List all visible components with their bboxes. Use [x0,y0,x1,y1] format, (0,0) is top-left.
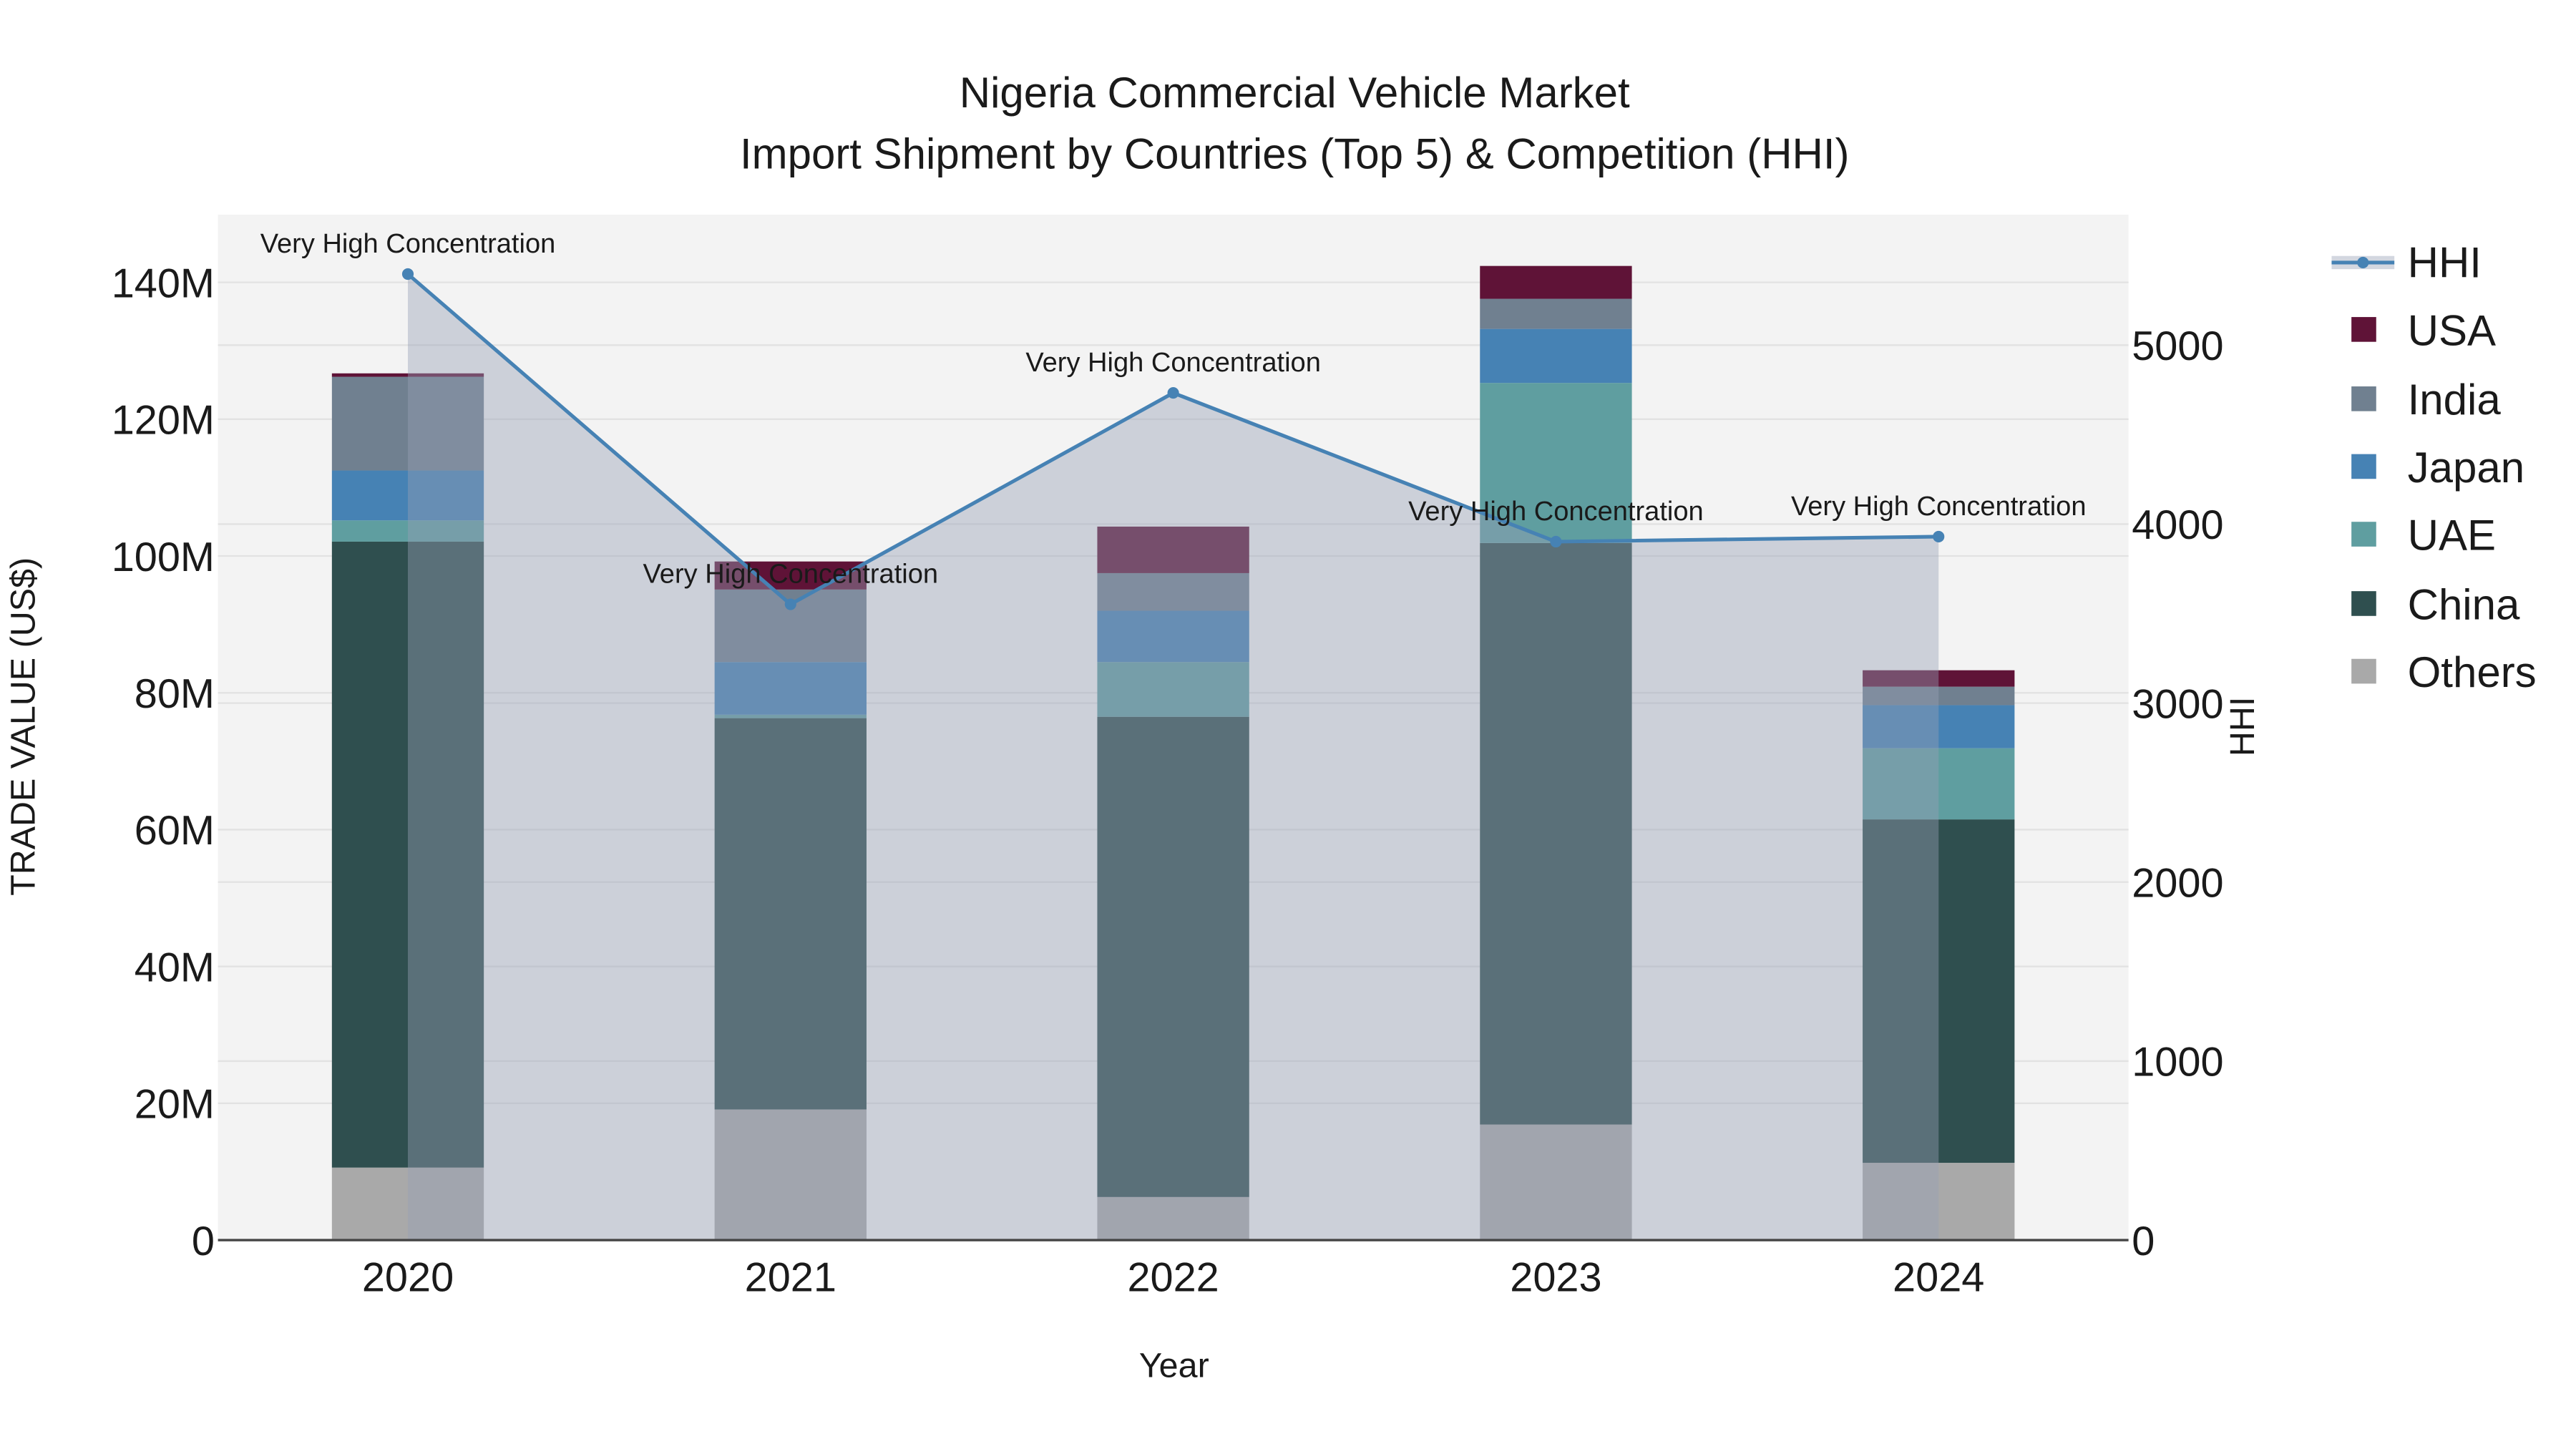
bar-usa-2023 [1480,265,1632,299]
legend-item-uae[interactable]: UAE [2351,511,2496,559]
legend-label: HHI [2408,239,2482,287]
bar-japan-2023 [1480,328,1632,384]
y-axis-title: TRADE VALUE (US$) [4,557,42,896]
chart-title: Nigeria Commercial Vehicle Market [960,69,1630,117]
legend-item-china[interactable]: China [2351,580,2520,628]
bar-india-2023 [1480,298,1632,329]
legend-label: UAE [2408,511,2496,559]
y2-tick-label: 2000 [2132,861,2223,907]
legend-swatch-others [2351,658,2376,684]
hhi-point-2020 [401,268,414,280]
y-tick-label: 120M [112,398,215,444]
y-tick-label: 100M [112,535,215,580]
y2-axis-title: HHI [2223,697,2262,756]
legend-label: USA [2408,306,2496,354]
y-ticks: 0 20M 40M 60M 80M 100M 120M 140M [112,260,215,1264]
hhi-annotation-2023: Very High Concentration [1408,497,1704,527]
legend-label: Japan [2408,444,2524,492]
x-ticks: 2020 2021 2022 2023 2024 [362,1255,1985,1301]
x-tick-label: 2023 [1510,1255,1601,1301]
y2-tick-label: 3000 [2132,681,2223,727]
hhi-point-2023 [1550,535,1562,548]
legend-item-japan[interactable]: Japan [2351,444,2524,492]
hhi-point-2022 [1167,387,1179,399]
y-tick-label: 20M [135,1082,215,1128]
y2-ticks: 0 1000 2000 3000 4000 5000 [2132,323,2223,1264]
x-axis-title: Year [1139,1347,1209,1385]
y2-tick-label: 4000 [2132,502,2223,548]
y2-tick-label: 5000 [2132,323,2223,369]
legend-swatch-usa [2351,317,2376,342]
legend-swatch-hhi-marker [2357,256,2369,268]
hhi-annotation-2020: Very High Concentration [260,229,556,259]
hhi-point-2021 [784,598,796,610]
hhi-annotation-2022: Very High Concentration [1025,348,1321,378]
legend-swatch-china [2351,591,2376,616]
legend-swatch-india [2351,386,2376,411]
x-tick-label: 2020 [362,1255,454,1301]
chart-subtitle: Import Shipment by Countries (Top 5) & C… [740,130,1850,177]
hhi-point-2024 [1933,530,1945,543]
legend-swatch-japan [2351,454,2376,479]
legend-item-india[interactable]: India [2351,376,2501,424]
hhi-annotation-2021: Very High Concentration [643,560,939,590]
legend-item-hhi[interactable]: HHI [2331,239,2482,287]
legend-label: Others [2408,648,2537,696]
y2-tick-label: 1000 [2132,1040,2223,1085]
y-tick-label: 80M [135,671,215,717]
legend-swatch-uae [2351,522,2376,547]
chart: Very High Concentration Very High Concent… [4,69,2537,1385]
legend: HHI USA India Japan UAE China Others [2331,239,2537,696]
legend-item-usa[interactable]: USA [2351,306,2496,354]
legend-label: India [2408,376,2502,424]
x-tick-label: 2022 [1127,1255,1219,1301]
y-tick-label: 40M [135,945,215,990]
legend-label: China [2408,580,2520,628]
x-tick-label: 2024 [1893,1255,1984,1301]
y2-tick-label: 0 [2132,1219,2155,1264]
legend-item-others[interactable]: Others [2351,648,2537,696]
y-tick-label: 0 [192,1219,215,1264]
x-tick-label: 2021 [745,1255,836,1301]
y-tick-label: 60M [135,808,215,854]
hhi-annotation-2024: Very High Concentration [1791,492,2087,522]
y-tick-label: 140M [112,260,215,306]
